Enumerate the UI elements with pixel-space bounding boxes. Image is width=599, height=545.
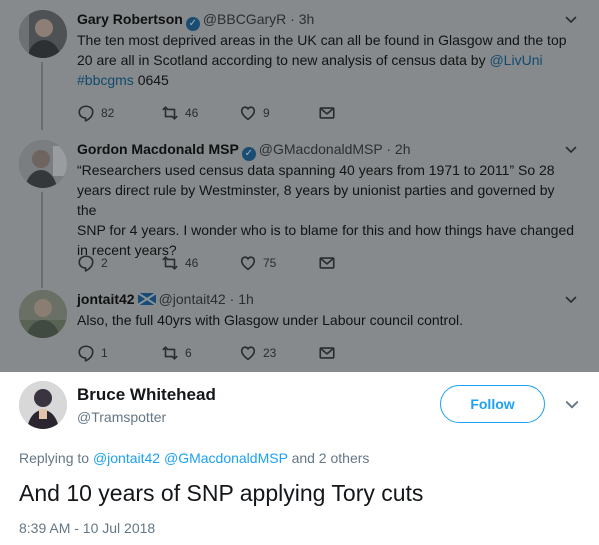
author-name[interactable]: jontait42 bbox=[77, 291, 135, 307]
like-count: 9 bbox=[263, 106, 270, 120]
tweet-text: The ten most deprived areas in the UK ca… bbox=[77, 30, 577, 90]
mention-link[interactable]: @GMacdonaldMSP bbox=[164, 450, 288, 466]
avatar[interactable] bbox=[19, 290, 67, 338]
retweet-count: 46 bbox=[185, 256, 199, 270]
retweet-count: 6 bbox=[185, 346, 192, 360]
tweet-text-line: “Researchers used census data spanning 4… bbox=[77, 162, 555, 178]
like-button[interactable]: 9 bbox=[239, 104, 270, 122]
like-button[interactable]: 75 bbox=[239, 254, 276, 272]
reply-icon bbox=[77, 254, 95, 272]
like-count: 23 bbox=[263, 346, 277, 360]
reply-count: 82 bbox=[101, 106, 115, 120]
avatar[interactable] bbox=[19, 10, 67, 58]
avatar-image bbox=[19, 10, 67, 58]
replying-prefix: Replying to bbox=[19, 450, 90, 466]
tweet-text-line: The ten most deprived areas in the UK ca… bbox=[77, 32, 567, 48]
chevron-down-icon[interactable] bbox=[565, 294, 577, 306]
reply-button[interactable]: 2 bbox=[77, 254, 108, 272]
tweet-text-line: Also, the full 40yrs with Glasgow under … bbox=[77, 312, 463, 328]
main-tweet-text: And 10 years of SNP applying Tory cuts bbox=[19, 480, 424, 506]
follow-button[interactable]: Follow bbox=[440, 385, 545, 423]
main-avatar[interactable] bbox=[19, 381, 67, 429]
author-handle[interactable]: @BBCGaryR bbox=[203, 11, 286, 27]
separator-dot: · bbox=[229, 291, 235, 307]
tweet-text: “Researchers used census data spanning 4… bbox=[77, 160, 577, 260]
retweet-icon bbox=[161, 104, 179, 122]
avatar-image bbox=[19, 381, 67, 429]
reply-button[interactable]: 82 bbox=[77, 104, 114, 122]
chevron-down-icon[interactable] bbox=[565, 14, 577, 26]
replying-to: Replying to @jontait42 @GMacdonaldMSP an… bbox=[19, 450, 369, 466]
retweet-icon bbox=[161, 344, 179, 362]
envelope-icon bbox=[318, 104, 336, 122]
thread-overlay: Gary Robertson ✓ @BBCGaryR · 3h The ten mo… bbox=[0, 0, 599, 372]
retweet-button[interactable]: 46 bbox=[161, 254, 198, 272]
main-author-handle[interactable]: @Tramspotter bbox=[77, 409, 166, 425]
retweet-icon bbox=[161, 254, 179, 272]
direct-message-button[interactable] bbox=[318, 254, 342, 272]
verified-icon: ✓ bbox=[185, 17, 200, 31]
mention-link[interactable]: @LivUni bbox=[489, 52, 542, 68]
saltire-flag-icon bbox=[137, 293, 156, 305]
chevron-down-icon[interactable] bbox=[565, 144, 577, 156]
author-handle[interactable]: @jontait42 bbox=[159, 291, 226, 307]
retweet-button[interactable]: 46 bbox=[161, 104, 198, 122]
tweet-time[interactable]: 2h bbox=[395, 141, 411, 157]
separator-dot: · bbox=[386, 141, 392, 157]
retweet-button[interactable]: 6 bbox=[161, 344, 192, 362]
avatar-image bbox=[19, 290, 67, 338]
author-handle[interactable]: @GMacdonaldMSP bbox=[259, 141, 383, 157]
hashtag-link[interactable]: #bbcgms bbox=[77, 72, 134, 88]
avatar[interactable] bbox=[19, 140, 67, 188]
envelope-icon bbox=[318, 254, 336, 272]
like-button[interactable]: 23 bbox=[239, 344, 276, 362]
direct-message-button[interactable] bbox=[318, 104, 342, 122]
tweet-text-line: 20 are all in Scotland according to new … bbox=[77, 52, 486, 68]
like-icon bbox=[239, 344, 257, 362]
main-tweet-timestamp[interactable]: 8:39 AM - 10 Jul 2018 bbox=[19, 520, 155, 536]
tweet-text-line: years direct rule by Westminster, 8 year… bbox=[77, 182, 555, 218]
envelope-icon bbox=[318, 344, 336, 362]
main-author-name[interactable]: Bruce Whitehead bbox=[77, 385, 216, 405]
thread-tweet[interactable]: Gordon Macdonald MSP ✓ @GMacdonaldMSP · 2h… bbox=[0, 140, 599, 280]
reply-count: 2 bbox=[101, 256, 108, 270]
reply-icon bbox=[77, 104, 95, 122]
avatar-image bbox=[19, 140, 67, 188]
like-icon bbox=[239, 254, 257, 272]
tweet-text-line: 0645 bbox=[137, 72, 169, 88]
reply-count: 1 bbox=[101, 346, 108, 360]
reply-button[interactable]: 1 bbox=[77, 344, 108, 362]
thread-tweet[interactable]: jontait42 @jontait42 · 1h Also, the full … bbox=[0, 290, 599, 370]
like-icon bbox=[239, 104, 257, 122]
author-name[interactable]: Gordon Macdonald MSP bbox=[77, 141, 239, 157]
mention-link[interactable]: @jontait42 bbox=[93, 450, 160, 466]
tweet-time[interactable]: 1h bbox=[238, 291, 254, 307]
chevron-down-icon[interactable] bbox=[565, 398, 579, 412]
tweet-text: Also, the full 40yrs with Glasgow under … bbox=[77, 310, 577, 330]
tweet-time[interactable]: 3h bbox=[299, 11, 315, 27]
direct-message-button[interactable] bbox=[318, 344, 342, 362]
tweet-text-line: SNP for 4 years. I wonder who is to blam… bbox=[77, 222, 575, 238]
retweet-count: 46 bbox=[185, 106, 199, 120]
like-count: 75 bbox=[263, 256, 277, 270]
separator-dot: · bbox=[290, 11, 295, 27]
author-name[interactable]: Gary Robertson bbox=[77, 11, 183, 27]
replying-suffix[interactable]: and 2 others bbox=[292, 450, 370, 466]
reply-icon bbox=[77, 344, 95, 362]
thread-tweet[interactable]: Gary Robertson ✓ @BBCGaryR · 3h The ten mo… bbox=[0, 10, 599, 130]
verified-icon: ✓ bbox=[241, 147, 256, 161]
